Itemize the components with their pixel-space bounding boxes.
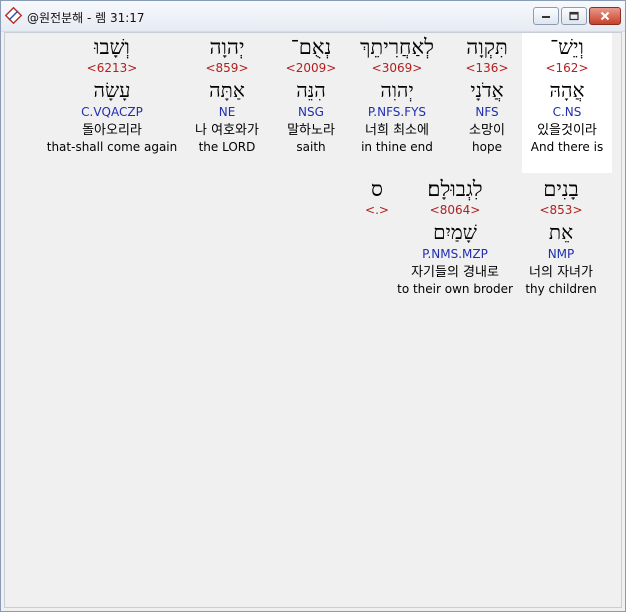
maximize-icon	[569, 11, 579, 21]
english-gloss: hope	[472, 140, 502, 154]
maximize-button[interactable]	[561, 7, 587, 25]
word-cell[interactable]: נְאֻם־ <2009> הִנֵּה NSG 말하노라 saith	[271, 33, 351, 154]
hebrew-root: אֵת	[548, 220, 574, 244]
english-gloss: thy children	[525, 282, 597, 296]
word-cell[interactable]: תִּקְוָה <136> אֲדֹנָי NFS 소망이 hope	[449, 33, 525, 154]
strongs-number[interactable]: <8064>	[393, 203, 517, 219]
word-cell[interactable]: ס <.>	[359, 175, 395, 219]
parse-code: P.NMS.MZP	[422, 247, 488, 261]
korean-gloss: 자기들의 경내로	[411, 265, 499, 280]
hebrew-word: וְשָׁבוּ	[94, 35, 130, 59]
app-window: @원전분해 - 렘 31:17 וְיֵשׁ־ <162> אֲהָהּ C.N…	[0, 0, 626, 612]
word-cell[interactable]: לְאַחֲרִיתֵךְ <3069> יְהוִה P.NFS.FYS 너희…	[345, 33, 449, 154]
hebrew-word: תִּקְוָה	[466, 35, 508, 59]
strongs-number[interactable]: <2009>	[271, 61, 351, 77]
hebrew-root: עָשָׂה	[93, 78, 131, 102]
minimize-button[interactable]	[533, 7, 559, 25]
korean-gloss: 돌아오리라	[82, 123, 142, 138]
korean-gloss: 나 여호와가	[195, 123, 259, 138]
word-cell[interactable]: בָנִים <853> אֵת NMP 너의 자녀가 thy children	[519, 175, 603, 296]
strongs-number[interactable]: <162>	[522, 61, 612, 77]
english-gloss: saith	[296, 140, 326, 154]
english-gloss: in thine end	[361, 140, 433, 154]
parse-code: NFS	[475, 105, 499, 119]
parse-code: C.NS	[552, 105, 582, 119]
close-icon	[600, 11, 610, 21]
strongs-number[interactable]: <3069>	[345, 61, 449, 77]
english-gloss: the LORD	[198, 140, 256, 154]
interlinear-panel[interactable]: וְיֵשׁ־ <162> אֲהָהּ C.NS 있을것이라 And ther…	[4, 32, 622, 608]
hebrew-word: ס	[371, 177, 383, 201]
korean-gloss: 있을것이라	[537, 123, 597, 138]
window-title: @원전분해 - 렘 31:17	[27, 11, 145, 25]
app-icon[interactable]	[4, 6, 23, 25]
hebrew-word: לִגְבוּלָם׃	[427, 177, 483, 201]
korean-gloss: 너희 최소에	[365, 123, 429, 138]
hebrew-word: בָנִים	[543, 177, 579, 201]
hebrew-root: יְהוִה	[380, 78, 414, 102]
strongs-number[interactable]: <6213>	[45, 61, 179, 77]
hebrew-word: יְהוָה	[209, 35, 245, 59]
parse-code: C.VQACZP	[81, 105, 143, 119]
hebrew-root: הִנֵּה	[296, 78, 326, 102]
strongs-number[interactable]: <136>	[449, 61, 525, 77]
english-gloss: to their own broder	[397, 282, 513, 296]
minimize-icon	[542, 16, 550, 18]
close-button[interactable]	[589, 7, 621, 25]
hebrew-word: לְאַחֲרִיתֵךְ	[360, 35, 434, 59]
hebrew-root: אֲהָהּ	[549, 78, 585, 102]
english-gloss: that-shall come again	[46, 140, 178, 154]
english-gloss: And there is	[530, 140, 604, 154]
strongs-number[interactable]: <859>	[181, 61, 273, 77]
title-bar[interactable]: @원전분해 - 렘 31:17	[1, 1, 625, 32]
word-cell[interactable]: יְהוָה <859> אַתָּה NE 나 여호와가 the LORD	[181, 33, 273, 154]
parse-code: NE	[218, 105, 236, 119]
word-cell[interactable]: לִגְבוּלָם׃ <8064> שָׁמַיִם P.NMS.MZP 자기…	[393, 175, 517, 296]
parse-code: NSG	[298, 105, 324, 119]
parse-code: P.NFS.FYS	[367, 105, 427, 119]
korean-gloss: 너의 자녀가	[529, 265, 593, 280]
hebrew-word: וְיֵשׁ־	[550, 35, 584, 59]
word-cell[interactable]: וְשָׁבוּ <6213> עָשָׂה C.VQACZP 돌아오리라 th…	[45, 33, 179, 154]
parse-code: NMP	[547, 247, 575, 261]
hebrew-word: נְאֻם־	[290, 35, 332, 59]
korean-gloss: 소망이	[469, 123, 505, 138]
hebrew-root: אֲדֹנָי	[470, 78, 504, 102]
hebrew-root: שָׁמַיִם	[433, 220, 477, 244]
hebrew-root: אַתָּה	[209, 78, 245, 102]
strongs-number[interactable]: <853>	[519, 203, 603, 219]
strongs-number[interactable]: <.>	[359, 203, 395, 219]
korean-gloss: 말하노라	[287, 123, 335, 138]
word-cell[interactable]: וְיֵשׁ־ <162> אֲהָהּ C.NS 있을것이라 And ther…	[522, 33, 612, 173]
